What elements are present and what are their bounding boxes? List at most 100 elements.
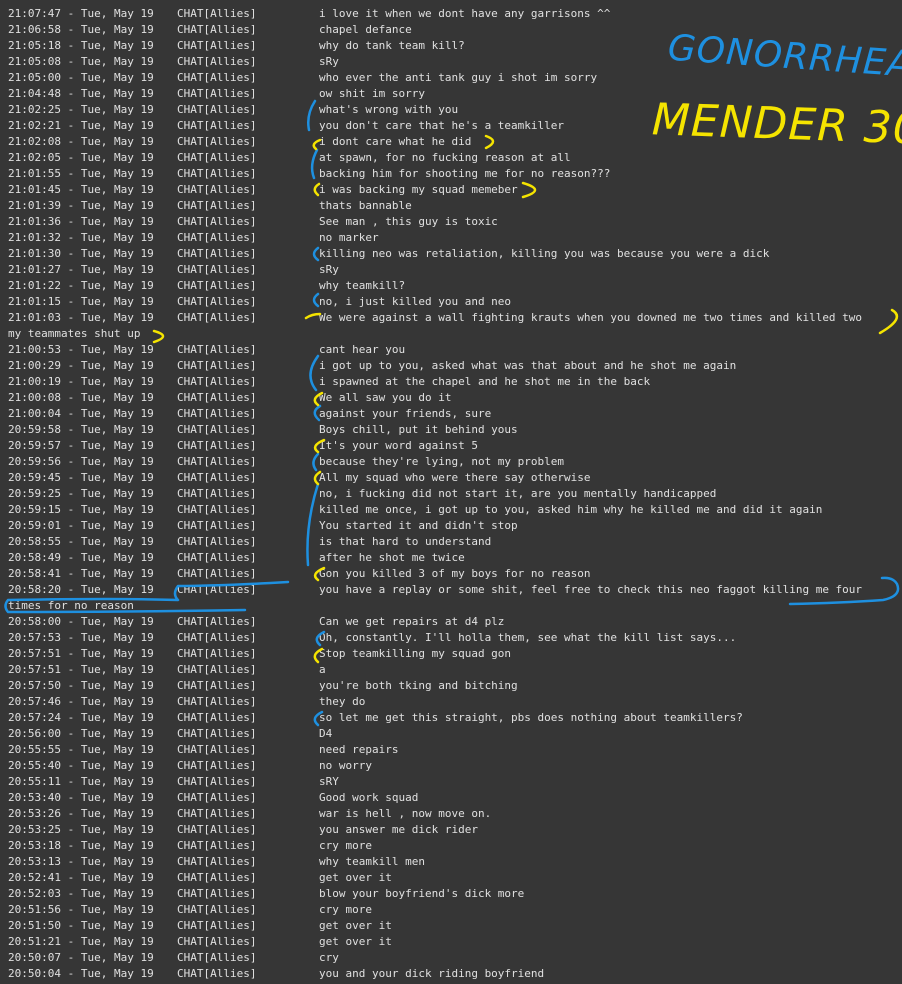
chat-timestamp: 20:58:55 - Tue, May 19 [8,535,154,548]
chat-line[interactable]: 21:02:25 - Tue, May 19 CHAT[Allies] what's… [0,102,902,118]
chat-line[interactable]: 20:51:56 - Tue, May 19 CHAT[Allies] cry mo… [0,902,902,918]
chat-line-continuation[interactable]: my teammates shut up [0,326,902,342]
chat-channel: CHAT[Allies] [177,71,257,84]
chat-line[interactable]: 20:51:21 - Tue, May 19 CHAT[Allies] get ov… [0,934,902,950]
chat-line[interactable]: 20:57:50 - Tue, May 19 CHAT[Allies] you're… [0,678,902,694]
chat-timestamp: 20:57:53 - Tue, May 19 [8,631,154,644]
chat-line[interactable]: 20:57:24 - Tue, May 19 CHAT[Allies] so let… [0,710,902,726]
chat-message: i spawned at the chapel and he shot me i… [319,375,651,388]
chat-line[interactable]: 21:00:08 - Tue, May 19 CHAT[Allies] We all… [0,390,902,406]
chat-line[interactable]: 20:50:07 - Tue, May 19 CHAT[Allies] cry [0,950,902,966]
chat-line[interactable]: 20:59:45 - Tue, May 19 CHAT[Allies] All my… [0,470,902,486]
chat-channel: CHAT[Allies] [177,967,257,980]
chat-line[interactable]: 20:56:00 - Tue, May 19 CHAT[Allies] D4 [0,726,902,742]
chat-line[interactable]: 21:01:45 - Tue, May 19 CHAT[Allies] i was … [0,182,902,198]
chat-line[interactable]: 20:58:00 - Tue, May 19 CHAT[Allies] Can we… [0,614,902,630]
chat-channel: CHAT[Allies] [177,615,257,628]
chat-line[interactable]: 20:58:20 - Tue, May 19 CHAT[Allies] you ha… [0,582,902,598]
chat-channel: CHAT[Allies] [177,727,257,740]
chat-line[interactable]: 21:07:47 - Tue, May 19 CHAT[Allies] i love… [0,6,902,22]
chat-timestamp: 20:51:56 - Tue, May 19 [8,903,154,916]
chat-timestamp: 21:00:08 - Tue, May 19 [8,391,154,404]
chat-message: you answer me dick rider [319,823,478,836]
chat-line[interactable]: 21:00:04 - Tue, May 19 CHAT[Allies] agains… [0,406,902,422]
chat-line[interactable]: 20:58:41 - Tue, May 19 CHAT[Allies] Gon yo… [0,566,902,582]
chat-line[interactable]: 20:57:51 - Tue, May 19 CHAT[Allies] Stop t… [0,646,902,662]
chat-line[interactable]: 20:58:49 - Tue, May 19 CHAT[Allies] after … [0,550,902,566]
chat-line[interactable]: 21:01:15 - Tue, May 19 CHAT[Allies] no, i … [0,294,902,310]
chat-channel: CHAT[Allies] [177,167,257,180]
chat-timestamp: 21:01:27 - Tue, May 19 [8,263,154,276]
chat-line[interactable]: 21:01:32 - Tue, May 19 CHAT[Allies] no mar… [0,230,902,246]
chat-timestamp: 20:53:18 - Tue, May 19 [8,839,154,852]
chat-line[interactable]: 21:05:08 - Tue, May 19 CHAT[Allies] sRy [0,54,902,70]
chat-line[interactable]: 21:05:00 - Tue, May 19 CHAT[Allies] who ev… [0,70,902,86]
chat-channel: CHAT[Allies] [177,151,257,164]
chat-line[interactable]: 21:00:29 - Tue, May 19 CHAT[Allies] i got … [0,358,902,374]
chat-message: Can we get repairs at d4 plz [319,615,505,628]
chat-line[interactable]: 20:51:50 - Tue, May 19 CHAT[Allies] get ov… [0,918,902,934]
chat-line[interactable]: 20:53:26 - Tue, May 19 CHAT[Allies] war is… [0,806,902,822]
chat-timestamp: 20:57:51 - Tue, May 19 [8,663,154,676]
chat-line[interactable]: 21:01:22 - Tue, May 19 CHAT[Allies] why te… [0,278,902,294]
chat-channel: CHAT[Allies] [177,423,257,436]
chat-timestamp: 20:50:04 - Tue, May 19 [8,967,154,980]
chat-timestamp: 21:07:47 - Tue, May 19 [8,7,154,20]
chat-line[interactable]: 20:57:53 - Tue, May 19 CHAT[Allies] Oh, co… [0,630,902,646]
chat-line[interactable]: 21:01:03 - Tue, May 19 CHAT[Allies] We wer… [0,310,902,326]
chat-line[interactable]: 20:58:55 - Tue, May 19 CHAT[Allies] is tha… [0,534,902,550]
chat-timestamp: 21:00:04 - Tue, May 19 [8,407,154,420]
chat-line[interactable]: 21:00:53 - Tue, May 19 CHAT[Allies] cant h… [0,342,902,358]
chat-line[interactable]: 20:59:57 - Tue, May 19 CHAT[Allies] It's y… [0,438,902,454]
chat-line[interactable]: 20:57:51 - Tue, May 19 CHAT[Allies] a [0,662,902,678]
chat-line[interactable]: 21:02:21 - Tue, May 19 CHAT[Allies] you do… [0,118,902,134]
chat-timestamp: 20:52:03 - Tue, May 19 [8,887,154,900]
chat-line[interactable]: 21:06:58 - Tue, May 19 CHAT[Allies] chapel… [0,22,902,38]
chat-line[interactable]: 20:59:25 - Tue, May 19 CHAT[Allies] no, i … [0,486,902,502]
chat-message: get over it [319,871,392,884]
chat-line[interactable]: 20:50:04 - Tue, May 19 CHAT[Allies] you an… [0,966,902,982]
chat-line[interactable]: 21:01:55 - Tue, May 19 CHAT[Allies] backin… [0,166,902,182]
chat-line[interactable]: 21:01:36 - Tue, May 19 CHAT[Allies] See ma… [0,214,902,230]
chat-line[interactable]: 21:01:27 - Tue, May 19 CHAT[Allies] sRy [0,262,902,278]
chat-line[interactable]: 21:01:39 - Tue, May 19 CHAT[Allies] thats … [0,198,902,214]
chat-message: you have a replay or some shit, feel fre… [319,583,863,596]
chat-line[interactable]: 20:55:55 - Tue, May 19 CHAT[Allies] need r… [0,742,902,758]
chat-message: sRY [319,775,339,788]
chat-message: i was backing my squad memeber [319,183,518,196]
chat-message: sRy [319,263,339,276]
chat-channel: CHAT[Allies] [177,663,257,676]
chat-channel: CHAT[Allies] [177,407,257,420]
chat-line[interactable]: 20:59:15 - Tue, May 19 CHAT[Allies] killed… [0,502,902,518]
chat-channel: CHAT[Allies] [177,247,257,260]
chat-line[interactable]: 20:53:18 - Tue, May 19 CHAT[Allies] cry mo… [0,838,902,854]
chat-timestamp: 21:01:15 - Tue, May 19 [8,295,154,308]
chat-message: get over it [319,935,392,948]
chat-line[interactable]: 20:53:40 - Tue, May 19 CHAT[Allies] Good w… [0,790,902,806]
chat-log[interactable]: 21:07:47 - Tue, May 19 CHAT[Allies] i love… [0,0,902,984]
chat-channel: CHAT[Allies] [177,535,257,548]
chat-line[interactable]: 21:04:48 - Tue, May 19 CHAT[Allies] ow shi… [0,86,902,102]
chat-line[interactable]: 21:00:19 - Tue, May 19 CHAT[Allies] i spaw… [0,374,902,390]
chat-line[interactable]: 20:59:58 - Tue, May 19 CHAT[Allies] Boys c… [0,422,902,438]
chat-line[interactable]: 21:01:30 - Tue, May 19 CHAT[Allies] killin… [0,246,902,262]
chat-line[interactable]: 21:02:08 - Tue, May 19 CHAT[Allies] i dont… [0,134,902,150]
chat-line[interactable]: 20:59:56 - Tue, May 19 CHAT[Allies] becaus… [0,454,902,470]
chat-line[interactable]: 21:05:18 - Tue, May 19 CHAT[Allies] why do… [0,38,902,54]
chat-line-continuation[interactable]: times for no reason [0,598,902,614]
chat-line[interactable]: 20:57:46 - Tue, May 19 CHAT[Allies] they d… [0,694,902,710]
chat-line[interactable]: 21:02:05 - Tue, May 19 CHAT[Allies] at spa… [0,150,902,166]
chat-line[interactable]: 20:55:40 - Tue, May 19 CHAT[Allies] no wor… [0,758,902,774]
chat-line[interactable]: 20:55:11 - Tue, May 19 CHAT[Allies] sRY [0,774,902,790]
chat-line[interactable]: 20:52:03 - Tue, May 19 CHAT[Allies] blow y… [0,886,902,902]
chat-message: cry [319,951,339,964]
chat-line[interactable]: 20:59:01 - Tue, May 19 CHAT[Allies] You st… [0,518,902,534]
chat-timestamp: 20:57:50 - Tue, May 19 [8,679,154,692]
chat-line[interactable]: 20:53:13 - Tue, May 19 CHAT[Allies] why te… [0,854,902,870]
chat-timestamp: 20:55:40 - Tue, May 19 [8,759,154,772]
chat-message: killing neo was retaliation, killing you… [319,247,770,260]
chat-line[interactable]: 20:52:41 - Tue, May 19 CHAT[Allies] get ov… [0,870,902,886]
chat-line[interactable]: 20:53:25 - Tue, May 19 CHAT[Allies] you an… [0,822,902,838]
chat-message: killed me once, i got up to you, asked h… [319,503,823,516]
chat-message: D4 [319,727,333,740]
